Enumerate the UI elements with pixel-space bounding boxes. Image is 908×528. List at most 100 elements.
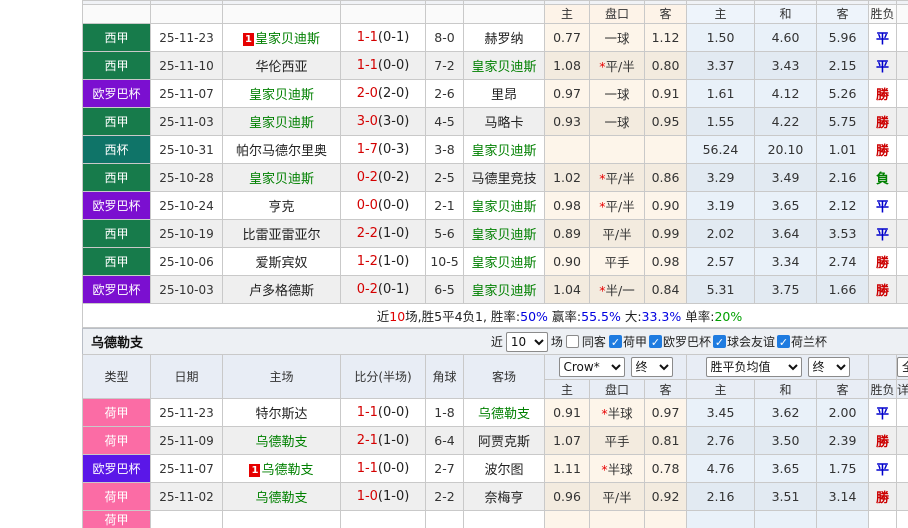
euro-away-odds: 5.26 [817,80,869,108]
cutoff-cell [897,80,908,108]
home-team: 帕尔马德尔里奥 [223,136,341,164]
cutoff-cell [897,483,908,511]
handicap-value: 平/半 [590,220,645,248]
filter-controls: 近 10 场 同客 ✓荷甲✓欧罗巴杯✓球会友谊✓荷兰杯 [491,332,827,352]
cutoff-cell [897,220,908,248]
league-badge: 欧罗巴杯 [83,455,151,483]
record-summary-text: 近10场,胜5平4负1, 胜率:50% 赢率:55.5% 大:33.3% 单率:… [83,304,908,328]
home-team: 乌德勒支 [223,483,341,511]
corner-count: 2-7 [426,455,464,483]
score-cell: 1-1(0-0) [341,455,426,483]
cutoff-cell [897,276,908,304]
table2-header-top: 类型 日期 主场 比分(半场) 角球 客场 Crow* 终 胜平负均值 终 全 [83,355,908,380]
league-badge: 荷甲 [83,483,151,511]
euro-home-header: 主 [687,5,755,24]
home-team: 1皇家贝迪斯 [223,24,341,52]
score-header: 比分(半场) [341,355,426,399]
euro-draw-odds: 3.51 [755,483,817,511]
euro-draw-odds: 3.49 [755,164,817,192]
home-team: 亨克 [223,192,341,220]
home-team: 1乌德勒支 [223,455,341,483]
match-date [151,511,223,528]
away-team: 皇家贝迪斯 [464,136,545,164]
score-cell: 1-7(0-3) [341,136,426,164]
asia-away-odds: 0.81 [645,427,687,455]
match-date: 25-11-23 [151,24,223,52]
bookmaker-select[interactable]: Crow* [559,357,625,377]
euro-away-odds: 1.66 [817,276,869,304]
score-cell: 1-1(0-1) [341,24,426,52]
match-row: 西甲 25-10-19 比雷亚雷亚尔 2-2(1-0) 5-6 皇家贝迪斯 0.… [83,220,908,248]
asia-away-odds: 0.95 [645,108,687,136]
cutoff-col-header: 详 [897,380,908,399]
games-label: 场 [551,333,563,350]
match-date: 25-10-24 [151,192,223,220]
away-team: 皇家贝迪斯 [464,248,545,276]
final-odds-select-euro[interactable]: 终 [808,357,850,377]
match-result: 平 [869,455,897,483]
euro-away-odds: 3.14 [817,483,869,511]
asia-home-odds: 1.11 [545,455,590,483]
league-badge: 西甲 [83,52,151,80]
match-history-panel: 主 盘口 客 主 和 客 胜负 西甲 25-11-23 1皇家贝迪斯 1-1(0… [82,0,908,528]
match-result: 勝 [869,427,897,455]
home-team: 乌德勒支 [223,427,341,455]
match-date: 25-11-02 [151,483,223,511]
handicap-header: 盘口 [590,5,645,24]
euro-draw-odds: 4.60 [755,24,817,52]
league-badge: 荷甲 [83,511,151,528]
summary-part: 单率: [681,309,714,324]
team1-recent-matches-table: 主 盘口 客 主 和 客 胜负 西甲 25-11-23 1皇家贝迪斯 1-1(0… [82,0,908,328]
summary-part: 大: [621,309,642,324]
cutoff-select[interactable]: 全 [897,357,908,377]
euro-away-odds: 2.39 [817,427,869,455]
team2-title: 乌德勒支 [83,332,143,351]
asia-home-odds: 0.96 [545,483,590,511]
match-row: 西甲 25-10-06 爱斯宾奴 1-2(1-0) 10-5 皇家贝迪斯 0.9… [83,248,908,276]
final-odds-select-asia[interactable]: 终 [631,357,673,377]
recent-count-select[interactable]: 10 [506,332,548,352]
handicap-value: 平手 [590,427,645,455]
away-team: 马略卡 [464,108,545,136]
home-team: 卢多格德斯 [223,276,341,304]
league-badge: 西甲 [83,108,151,136]
same-away-checkbox[interactable] [566,335,579,348]
match-date: 25-11-23 [151,399,223,427]
euro-home-odds: 56.24 [687,136,755,164]
avg-odds-select[interactable]: 胜平负均值 [706,357,802,377]
score-cell [341,511,426,528]
league-filter-checkbox[interactable]: ✓ [649,335,662,348]
handicap-value [590,511,645,528]
corner-count: 10-5 [426,248,464,276]
match-row: 欧罗巴杯 25-10-03 卢多格德斯 0-2(0-1) 6-5 皇家贝迪斯 1… [83,276,908,304]
euro-draw-odds: 3.50 [755,427,817,455]
cutoff-cell [897,427,908,455]
match-row: 荷甲 25-11-09 乌德勒支 2-1(1-0) 6-4 阿贾克斯 1.07 … [83,427,908,455]
match-result: 勝 [869,136,897,164]
euro-draw-header: 和 [755,380,817,399]
league-filter-checkbox[interactable]: ✓ [713,335,726,348]
match-result: 平 [869,220,897,248]
handicap-header: 盘口 [590,380,645,399]
asia-home-odds: 1.07 [545,427,590,455]
away-team: 马德里竞技 [464,164,545,192]
asia-away-odds: 0.99 [645,220,687,248]
asia-home-odds: 1.02 [545,164,590,192]
corner-count [426,511,464,528]
asia-away-odds: 0.97 [645,399,687,427]
away-header: 客场 [464,355,545,399]
league-filter-checkbox[interactable]: ✓ [609,335,622,348]
handicap-value: 一球 [590,108,645,136]
asia-away-odds: 1.12 [645,24,687,52]
cutoff-cell [897,136,908,164]
corner-count: 5-6 [426,220,464,248]
handicap-value: 一球 [590,80,645,108]
asia-away-odds: 0.98 [645,248,687,276]
match-result: 負 [869,164,897,192]
league-filter-checkbox[interactable]: ✓ [777,335,790,348]
match-row: 荷甲 25-11-23 特尔斯达 1-1(0-0) 1-8 乌德勒支 0.91 … [83,399,908,427]
league-filter: ✓欧罗巴杯 [649,333,711,350]
handicap-value: *平/半 [590,52,645,80]
handicap-value: 一球 [590,24,645,52]
league-filter: ✓荷兰杯 [777,333,827,350]
